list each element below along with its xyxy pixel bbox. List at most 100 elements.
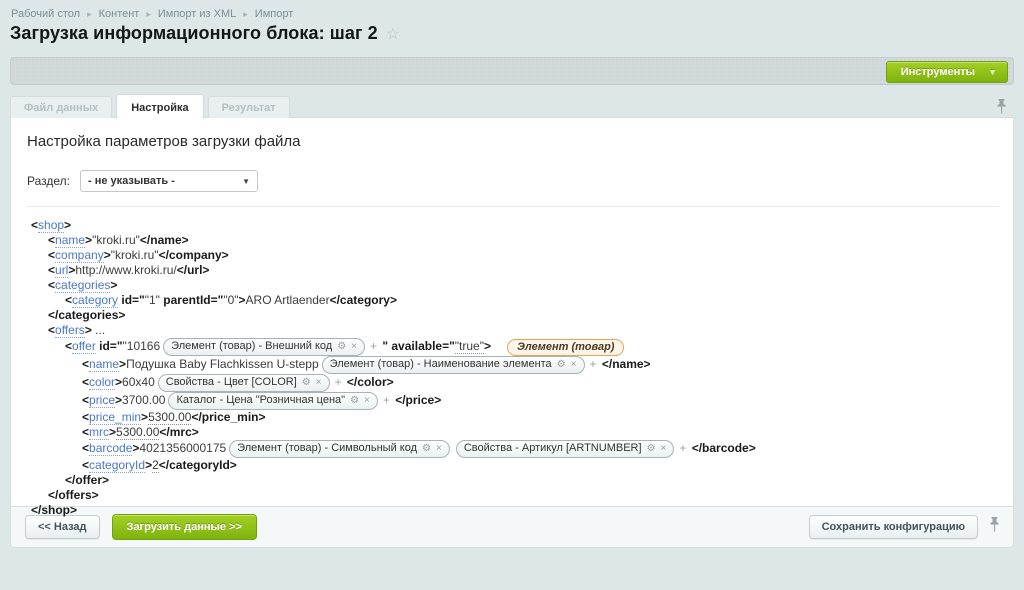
xml-tag-link[interactable]: offer [72,339,96,354]
xml-tag-link[interactable]: name [55,233,85,248]
xml-tag-link[interactable]: name [89,357,119,372]
favorite-star-icon[interactable]: ☆ [386,24,400,44]
xml-value-link[interactable]: 2 [152,458,159,473]
add-mapping-button[interactable]: + [383,393,390,407]
breadcrumb-separator-icon: ▸ [146,9,151,19]
xml-tag-link[interactable]: price [89,393,115,408]
xml-tag-link[interactable]: shop [38,218,64,233]
xml-text: id=" [118,293,145,307]
xml-text: </shop> [31,503,77,517]
admin-toolbar: Инструменты ▼ [10,57,1014,85]
tab-settings[interactable]: Настройка [116,94,203,119]
mapping-pill[interactable]: Элемент (товар) - Внешний код⚙× [163,338,365,356]
tools-button[interactable]: Инструменты ▼ [886,61,1008,83]
mapping-pill-label: Свойства - Цвет [COLOR] [166,376,297,388]
section-select[interactable]: - не указывать - ▼ [80,170,258,192]
xml-preview: <shop><name>"kroki.ru"</name><company>"k… [31,218,1001,518]
xml-text: "kroki.ru" [92,233,140,247]
xml-value-link[interactable]: 5300.00 [116,425,159,440]
close-icon[interactable]: × [316,377,322,388]
xml-text: </company> [159,248,229,262]
mapping-pill[interactable]: Элемент (товар) - Символьный код ⚙ × [229,440,450,458]
xml-tag-link[interactable]: price_min [89,410,141,425]
xml-text: </offer> [65,473,109,487]
gear-icon[interactable]: ⚙ [422,443,431,454]
xml-text: 4021356000175 [139,441,226,455]
xml-tag-link[interactable]: category [72,293,118,308]
xml-tag-link[interactable]: barcode [89,441,132,456]
xml-line: <company>"kroki.ru"</company> [31,248,1001,263]
xml-text: < [48,248,55,262]
xml-text: < [82,458,89,472]
xml-line: </offers> [31,488,1001,503]
xml-line: <offer id=""10166Элемент (товар) - Внешн… [31,338,1001,356]
xml-value-link[interactable]: "true" [455,339,484,354]
xml-text: > [484,339,491,353]
breadcrumb-link-xml-import[interactable]: Импорт из XML [158,8,236,20]
add-mapping-button[interactable]: + [590,357,597,371]
xml-text: < [48,278,55,292]
breadcrumb-link-content[interactable]: Контент [99,8,140,20]
xml-tag-link[interactable]: color [89,375,115,390]
divider [27,206,999,207]
add-mapping-button[interactable]: + [679,441,686,455]
tab-file-data[interactable]: Файл данных [10,96,112,118]
breadcrumb-link-import[interactable]: Импорт [255,8,293,20]
xml-line: <offers> ... [31,323,1001,338]
add-mapping-button[interactable]: + [335,375,342,389]
xml-line: <mrc>5300.00</mrc> [31,425,1001,440]
gear-icon[interactable]: ⚙ [337,341,346,352]
mapping-pill[interactable]: Свойства - Цвет [COLOR] ⚙ × [158,374,330,392]
breadcrumb-separator-icon: ▸ [87,9,92,19]
xml-text: < [48,233,55,247]
gear-icon[interactable]: ⚙ [557,359,566,370]
pin-icon[interactable] [990,517,999,537]
mapping-pill[interactable]: Каталог - Цена "Розничная цена"⚙× [168,392,377,410]
xml-text: < [65,293,72,307]
xml-text: > [64,218,71,232]
close-icon[interactable]: × [571,359,577,370]
gear-icon[interactable]: ⚙ [302,377,311,388]
xml-text: > [85,233,92,247]
mapping-pill-label: Элемент (товар) - Символьный код [237,442,417,454]
xml-line: <name>"kroki.ru"</name> [31,233,1001,248]
xml-tag-link[interactable]: categoryId [89,458,145,473]
xml-text: parentId=" [160,293,223,307]
save-config-button[interactable]: Сохранить конфигурацию [809,515,978,539]
xml-tag-link[interactable]: categories [55,278,110,293]
gear-icon[interactable]: ⚙ [647,443,656,454]
xml-text: < [48,323,55,337]
close-icon[interactable]: × [364,395,370,406]
breadcrumb-separator-icon: ▸ [243,9,248,19]
xml-text: < [82,375,89,389]
xml-text: "kroki.ru" [111,248,159,262]
xml-text: > [239,293,246,307]
section-select-value: - не указывать - [88,175,175,187]
xml-text: < [31,218,38,232]
mapping-pill[interactable]: Свойства - Артикул [ARTNUMBER]⚙× [456,440,675,458]
gear-icon[interactable]: ⚙ [350,395,359,406]
xml-tag-link[interactable]: offers [55,323,85,338]
breadcrumb: Рабочий стол ▸ Контент ▸ Импорт из XML ▸ Импор… [11,8,293,20]
section-form-row: Раздел: - не указывать - ▼ [27,170,258,192]
xml-tag-link[interactable]: mrc [89,425,109,440]
xml-tag-link[interactable]: company [55,248,104,263]
add-mapping-button[interactable]: + [370,339,377,353]
close-icon[interactable]: × [351,341,357,352]
mapping-pill[interactable]: Элемент (товар) - Наименование элемента⚙… [322,356,585,374]
close-icon[interactable]: × [661,443,667,454]
xml-text: </offers> [48,488,99,502]
xml-tag-link[interactable]: url [55,263,68,278]
xml-value-link[interactable]: 5300.00 [148,410,191,425]
xml-text: " available=" [379,339,455,353]
xml-text: > [110,278,117,292]
tab-result[interactable]: Результат [208,96,290,118]
pin-icon[interactable] [997,99,1006,119]
settings-panel: Настройка параметров загрузки файла Разд… [10,117,1014,507]
xml-text: http://www.kroki.ru/ [75,263,176,277]
breadcrumb-link-desktop[interactable]: Рабочий стол [11,8,80,20]
close-icon[interactable]: × [436,443,442,454]
xml-text: > [104,248,111,262]
back-button[interactable]: << Назад [25,515,100,539]
xml-text: > [115,393,122,407]
